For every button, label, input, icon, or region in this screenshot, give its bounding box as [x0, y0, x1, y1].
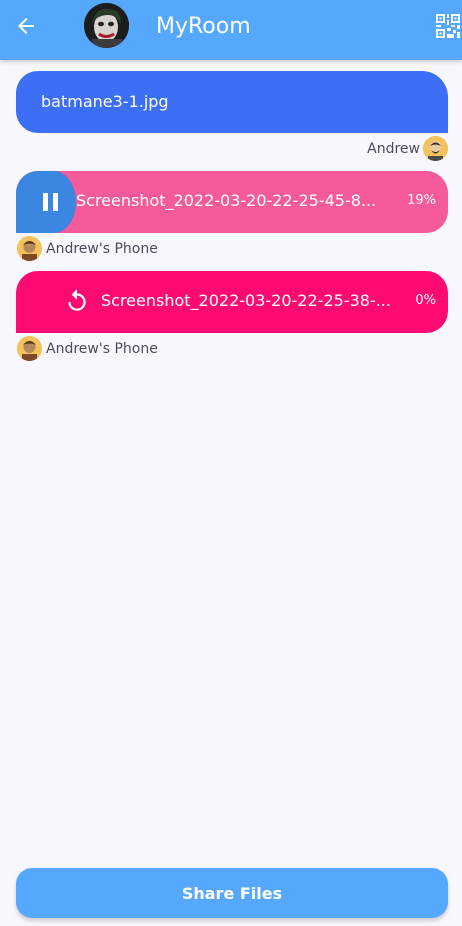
avatar-image: [17, 236, 42, 261]
qr-code-button[interactable]: [436, 14, 460, 38]
sender-name: Andrew's Phone: [46, 340, 158, 357]
page-title: MyRoom: [156, 14, 251, 39]
avatar-image: [423, 136, 448, 161]
progress-percent: 19%: [407, 193, 436, 208]
progress-percent: 0%: [415, 293, 436, 308]
retry-button[interactable]: [64, 288, 90, 314]
back-button[interactable]: [12, 12, 40, 40]
file-name: batmane3-1.jpg: [41, 92, 169, 111]
avatar: [17, 236, 42, 261]
pause-button[interactable]: [40, 191, 62, 213]
file-name: Screenshot_2022-03-20-22-25-45-8...: [76, 191, 377, 210]
sender-row: Andrew's Phone: [17, 336, 158, 361]
qr-code-icon: [436, 14, 460, 38]
file-message-failed[interactable]: Screenshot_2022-03-20-22-25-38-... 0%: [16, 271, 448, 333]
arrow-left-icon: [18, 18, 34, 34]
pause-icon: [43, 193, 58, 211]
sender-name: Andrew's Phone: [46, 240, 158, 257]
avatar: [17, 336, 42, 361]
file-name: Screenshot_2022-03-20-22-25-38-...: [101, 291, 391, 310]
file-message-downloading[interactable]: Screenshot_2022-03-20-22-25-45-8... 19%: [16, 171, 448, 233]
avatar-image: [17, 336, 42, 361]
room-avatar[interactable]: [84, 3, 129, 48]
app-header: MyRoom: [0, 0, 462, 60]
sender-name: Andrew: [367, 140, 420, 157]
retry-icon: [68, 289, 86, 311]
file-message-sent[interactable]: batmane3-1.jpg: [16, 71, 448, 133]
sender-row: Andrew's Phone: [17, 236, 158, 261]
share-files-button[interactable]: Share Files: [16, 868, 448, 918]
sender-row: Andrew: [367, 136, 448, 161]
avatar-image: [84, 3, 129, 48]
avatar: [423, 136, 448, 161]
